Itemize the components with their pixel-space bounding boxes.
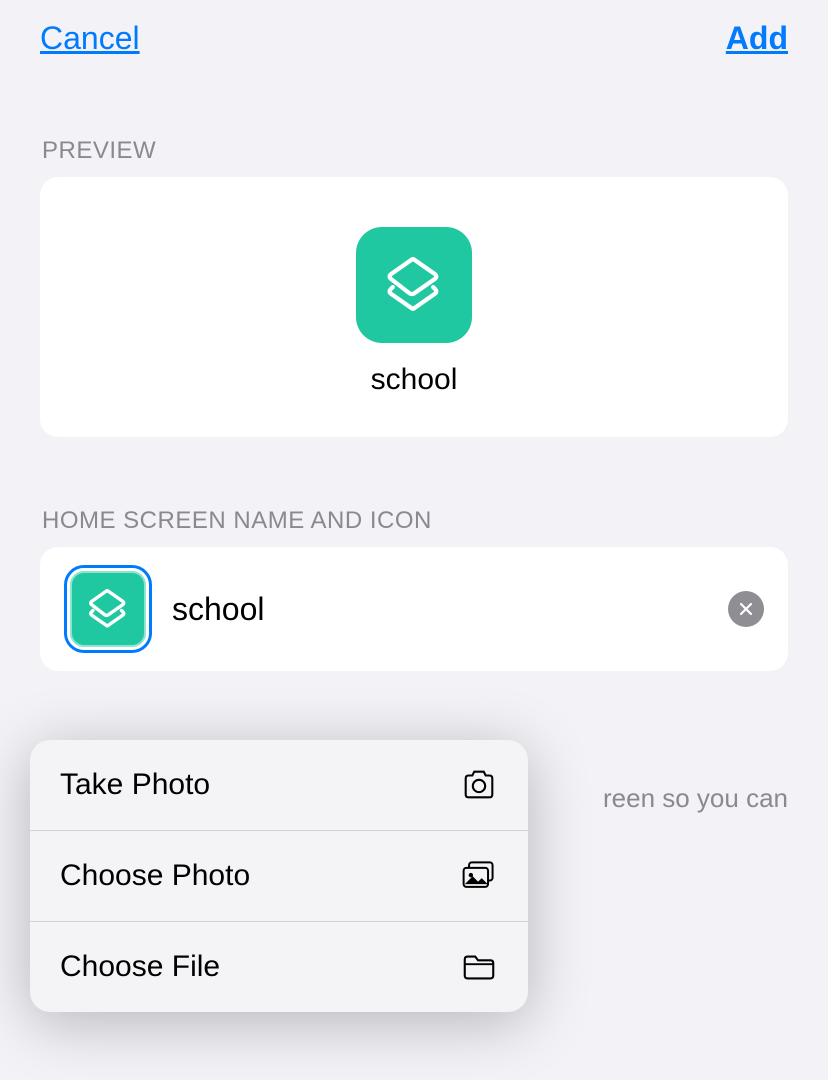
menu-item-label: Choose File bbox=[60, 950, 220, 984]
icon-picker-button[interactable] bbox=[64, 565, 152, 653]
menu-item-take-photo[interactable]: Take Photo bbox=[30, 740, 528, 831]
close-icon bbox=[738, 601, 754, 617]
shortcut-icon-preview bbox=[356, 227, 472, 343]
menu-item-choose-photo[interactable]: Choose Photo bbox=[30, 831, 528, 922]
icon-source-menu: Take Photo Choose Photo Choose File bbox=[30, 740, 528, 1012]
preview-section-label: PREVIEW bbox=[0, 137, 828, 177]
cancel-button[interactable]: Cancel bbox=[40, 20, 140, 57]
name-section-label: HOME SCREEN NAME AND ICON bbox=[0, 507, 828, 547]
preview-card: school bbox=[40, 177, 788, 437]
name-icon-card bbox=[40, 547, 788, 671]
clear-input-button[interactable] bbox=[728, 591, 764, 627]
modal-header: Cancel Add bbox=[0, 0, 828, 77]
menu-item-label: Choose Photo bbox=[60, 859, 250, 893]
stack-icon bbox=[380, 251, 448, 319]
photo-library-icon bbox=[460, 857, 498, 895]
add-button[interactable]: Add bbox=[726, 20, 788, 57]
folder-icon bbox=[460, 948, 498, 986]
shortcut-name-input[interactable] bbox=[172, 591, 708, 628]
shortcut-name-preview: school bbox=[371, 363, 458, 397]
stack-icon bbox=[84, 585, 132, 633]
menu-item-label: Take Photo bbox=[60, 768, 210, 802]
footer-hint-partial: reen so you can bbox=[603, 780, 788, 816]
menu-item-choose-file[interactable]: Choose File bbox=[30, 922, 528, 1012]
camera-icon bbox=[460, 766, 498, 804]
